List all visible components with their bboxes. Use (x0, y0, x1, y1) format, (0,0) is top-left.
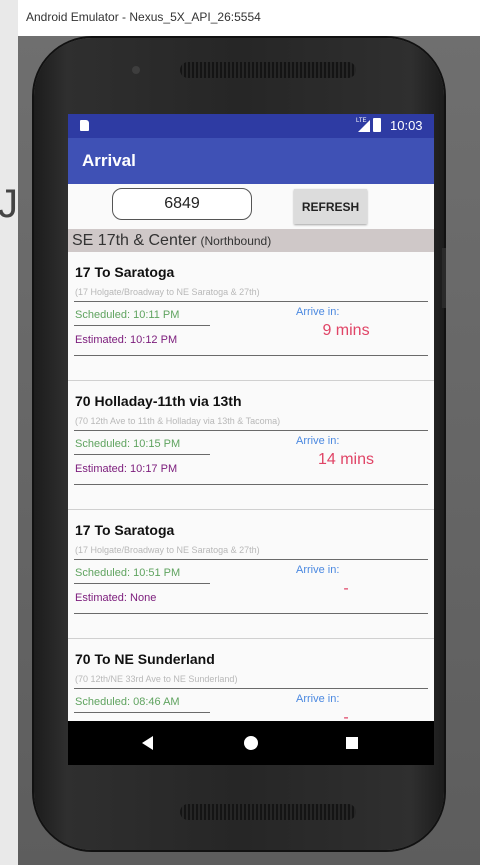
route-title: 70 To NE Sunderland (75, 651, 215, 667)
phone-screen: LTE 10:03 Arrival REFRESH SE 17th & Cent… (68, 114, 434, 765)
arrive-label: Arrive in: (296, 564, 340, 576)
emulator-titlebar[interactable]: Android Emulator - Nexus_5X_API_26:5554 (18, 0, 480, 37)
estimated-time: Estimated: 10:17 PM (75, 463, 178, 475)
stop-id-input[interactable] (112, 188, 252, 220)
scheduled-time: Scheduled: 08:46 AM (75, 696, 180, 708)
route-description: (17 Holgate/Broadway to NE Saratoga & 27… (75, 287, 260, 297)
route-title: 70 Holladay-11th via 13th (75, 393, 242, 409)
divider (74, 559, 428, 560)
camera-icon (132, 66, 140, 74)
nav-bar (68, 721, 434, 765)
stop-direction: (Northbound) (200, 234, 272, 248)
scheduled-time: Scheduled: 10:11 PM (75, 309, 180, 321)
arrivals-list[interactable]: 17 To Saratoga (17 Holgate/Broadway to N… (68, 252, 434, 721)
speaker-grille-top (180, 62, 356, 78)
home-icon[interactable] (244, 736, 258, 750)
arrive-value: - (343, 709, 349, 721)
divider (74, 355, 428, 356)
back-icon[interactable] (142, 736, 153, 750)
battery-icon (373, 118, 381, 132)
arrival-card[interactable]: 70 Holladay-11th via 13th (70 12th Ave t… (68, 381, 434, 510)
arrive-value: 9 mins (322, 322, 370, 339)
power-button[interactable] (442, 248, 446, 308)
network-label: LTE (356, 118, 367, 124)
stop-name: SE 17th & Center (Northbound) (72, 232, 271, 250)
divider (74, 325, 210, 326)
recents-icon[interactable] (346, 737, 358, 749)
arrival-card[interactable]: 17 To Saratoga (17 Holgate/Broadway to N… (68, 510, 434, 639)
arrive-label: Arrive in: (296, 306, 340, 318)
arrival-card[interactable]: 17 To Saratoga (17 Holgate/Broadway to N… (68, 252, 434, 381)
arrive-value: - (343, 580, 349, 597)
route-title: 17 To Saratoga (75, 264, 175, 280)
app-bar: Arrival (68, 138, 434, 184)
divider (74, 454, 210, 455)
estimated-time: Estimated: None (75, 592, 157, 604)
divider (74, 712, 210, 713)
route-description: (70 12th/NE 33rd Ave to NE Sunderland) (75, 674, 238, 684)
arrive-label: Arrive in: (296, 435, 340, 447)
arrive-value: 14 mins (317, 451, 375, 468)
arrival-card[interactable]: 70 To NE Sunderland (70 12th/NE 33rd Ave… (68, 639, 434, 721)
sd-card-icon (80, 120, 89, 131)
status-bar: LTE 10:03 (68, 114, 434, 138)
divider (74, 484, 428, 485)
background-glyph: J (0, 182, 18, 226)
route-description: (70 12th Ave to 11th & Holladay via 13th… (75, 416, 281, 426)
window-title: Android Emulator - Nexus_5X_API_26:5554 (26, 10, 261, 24)
divider (74, 613, 428, 614)
route-description: (17 Holgate/Broadway to NE Saratoga & 27… (75, 545, 260, 555)
stop-name-text: SE 17th & Center (72, 232, 197, 249)
estimated-time: Estimated: 10:12 PM (75, 334, 178, 346)
scheduled-time: Scheduled: 10:15 PM (75, 438, 181, 450)
scheduled-time: Scheduled: 10:51 PM (75, 567, 181, 579)
stop-header: SE 17th & Center (Northbound) (68, 229, 434, 252)
status-time: 10:03 (390, 118, 423, 133)
route-title: 17 To Saratoga (75, 522, 175, 538)
speaker-grille-bottom (180, 804, 356, 820)
divider (74, 430, 428, 431)
divider (74, 301, 428, 302)
app-title: Arrival (82, 151, 136, 170)
arrive-label: Arrive in: (296, 693, 340, 705)
divider (74, 688, 428, 689)
refresh-button[interactable]: REFRESH (294, 189, 367, 224)
divider (74, 583, 210, 584)
